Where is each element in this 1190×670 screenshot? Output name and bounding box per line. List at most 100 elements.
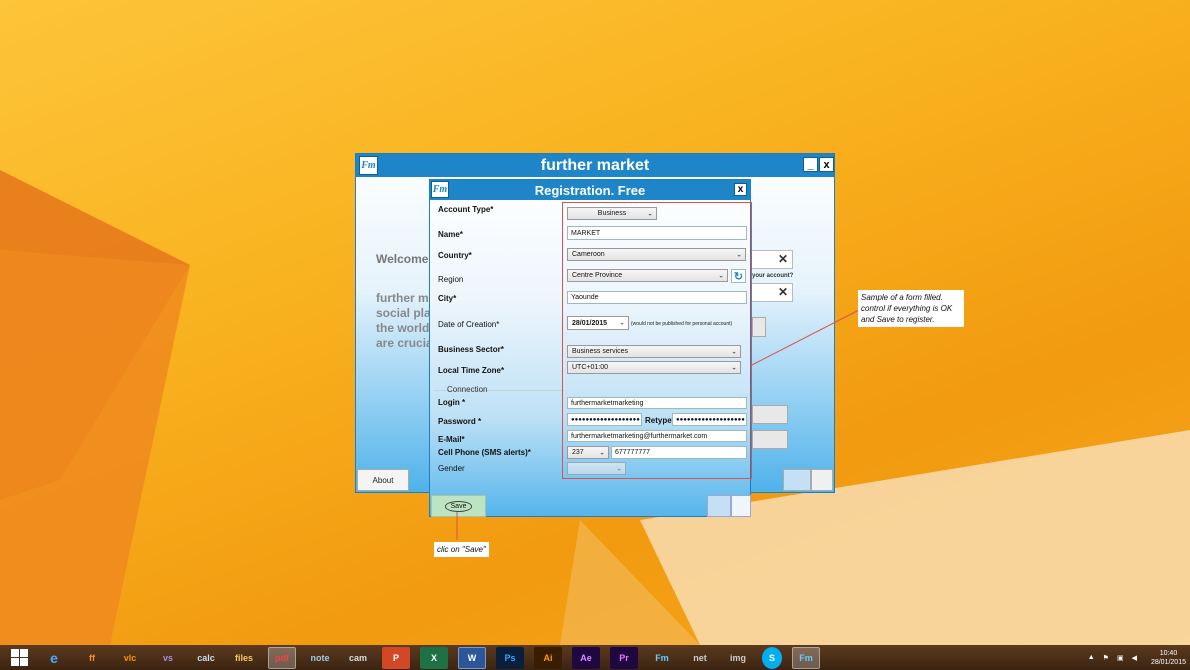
time-zone-value: UTC+01:00 bbox=[572, 364, 608, 371]
network-icon[interactable]: ▣ bbox=[1117, 654, 1124, 662]
calculator-icon[interactable]: calc bbox=[192, 647, 220, 669]
file-explorer-icon[interactable]: files bbox=[230, 647, 258, 669]
notepad-icon[interactable]: note bbox=[306, 647, 334, 669]
account-type-select[interactable]: Business ⌄ bbox=[567, 207, 657, 220]
clear-icon[interactable]: ✕ bbox=[778, 252, 788, 266]
retype-password-input[interactable]: ●●●●●●●●●●●●●●●●●●● bbox=[672, 413, 747, 426]
region-value: Centre Province bbox=[572, 272, 623, 279]
save-button[interactable]: Save bbox=[431, 495, 486, 517]
connection-group-label: Connection bbox=[447, 385, 488, 394]
internet-explorer-icon[interactable]: e bbox=[40, 647, 68, 669]
date-of-creation-picker[interactable]: 28/01/2015 ⌄ bbox=[567, 316, 629, 330]
background-button[interactable] bbox=[783, 469, 811, 491]
background-button[interactable] bbox=[752, 405, 788, 424]
email-input[interactable]: furthermarketmarketing@furthermarket.com bbox=[567, 430, 747, 442]
name-label: Name* bbox=[438, 230, 463, 239]
country-value: Cameroon bbox=[572, 251, 605, 258]
password-label: Password * bbox=[438, 417, 482, 426]
retype-label: Retype* bbox=[645, 416, 675, 425]
firefox-icon[interactable]: ff bbox=[78, 647, 106, 669]
chevron-down-icon: ⌄ bbox=[616, 465, 622, 473]
clear-icon[interactable]: ✕ bbox=[778, 285, 788, 299]
cell-phone-label: Cell Phone (SMS alerts)* bbox=[438, 448, 531, 457]
flag-icon[interactable]: ⚑ bbox=[1103, 654, 1109, 662]
login-input[interactable]: furthermarketmarketing bbox=[567, 397, 747, 409]
close-button[interactable]: x bbox=[819, 157, 834, 172]
main-title-bar[interactable]: Fm further market _ x bbox=[356, 154, 834, 177]
phone-country-code-select[interactable]: 237 ⌄ bbox=[567, 446, 609, 459]
skype-icon[interactable]: S bbox=[762, 646, 782, 669]
vlc-icon[interactable]: vlc bbox=[116, 647, 144, 669]
gender-label: Gender bbox=[438, 464, 465, 473]
background-button[interactable] bbox=[811, 469, 833, 491]
premiere-icon[interactable]: Pr bbox=[610, 646, 638, 669]
date-privacy-note: (would not be published for personal acc… bbox=[631, 321, 733, 327]
illustrator-icon[interactable]: Ai bbox=[534, 646, 562, 669]
about-button[interactable]: About bbox=[357, 469, 409, 491]
volume-icon[interactable]: ◀ bbox=[1132, 654, 1137, 662]
background-button[interactable] bbox=[752, 317, 766, 337]
network-tool-icon[interactable]: net bbox=[686, 647, 714, 669]
date-of-creation-value: 28/01/2015 bbox=[572, 319, 608, 327]
save-button-label: Save bbox=[444, 500, 473, 512]
main-window-title: further market bbox=[540, 156, 650, 174]
gender-select[interactable]: ⌄ bbox=[567, 462, 626, 475]
image-viewer-icon[interactable]: img bbox=[724, 647, 752, 669]
wallpaper-shape-left-lower bbox=[0, 250, 190, 645]
intro-line: social place bbox=[376, 306, 432, 320]
intro-line: are crucial bbox=[376, 336, 432, 350]
chevron-down-icon: ⌄ bbox=[619, 319, 625, 327]
visual-studio-icon[interactable]: vs bbox=[154, 647, 182, 669]
password-input[interactable]: ●●●●●●●●●●●●●●●●●●● bbox=[567, 413, 642, 426]
intro-line: further market bbox=[376, 291, 432, 305]
excel-icon[interactable]: X bbox=[420, 646, 448, 669]
further-market-active-icon[interactable]: Fm bbox=[792, 646, 820, 669]
minimize-button[interactable]: _ bbox=[803, 157, 818, 172]
photoshop-icon[interactable]: Ps bbox=[496, 646, 524, 669]
phone-country-code-value: 237 bbox=[572, 449, 584, 456]
account-type-value: Business bbox=[597, 210, 627, 217]
registration-title: Registration. Free bbox=[534, 182, 646, 198]
time-zone-select[interactable]: UTC+01:00 ⌄ bbox=[567, 361, 741, 374]
system-tray: ▲ ⚑ ▣ ◀ 10:40 28/01/2015 bbox=[1088, 645, 1186, 670]
region-label: Region bbox=[438, 275, 464, 284]
cell-phone-input[interactable]: 677777777 bbox=[611, 446, 747, 459]
country-select[interactable]: Cameroon ⌄ bbox=[567, 248, 746, 261]
registration-dialog: Fm Registration. Free x Account Type* Na… bbox=[429, 179, 752, 517]
chevron-down-icon: ⌄ bbox=[647, 210, 653, 218]
background-button[interactable] bbox=[752, 430, 788, 449]
region-select[interactable]: Centre Province ⌄ bbox=[567, 269, 728, 282]
camera-icon[interactable]: cam bbox=[344, 647, 372, 669]
form-callout: Sample of a form filled. control if ever… bbox=[858, 290, 964, 327]
chevron-down-icon: ⌄ bbox=[718, 272, 724, 280]
chevron-down-icon: ⌄ bbox=[736, 251, 742, 259]
account-type-label: Account Type* bbox=[438, 205, 494, 214]
business-sector-label: Business Sector* bbox=[438, 345, 504, 354]
powerpoint-icon[interactable]: P bbox=[382, 646, 410, 669]
city-input[interactable]: Yaounde bbox=[567, 291, 747, 304]
login-label: Login * bbox=[438, 398, 466, 407]
dialog-button[interactable] bbox=[731, 495, 751, 517]
after-effects-icon[interactable]: Ae bbox=[572, 646, 600, 669]
further-market-logo-icon: Fm bbox=[359, 156, 378, 175]
chevron-down-icon: ⌄ bbox=[731, 348, 737, 356]
clock-date: 28/01/2015 bbox=[1150, 658, 1186, 666]
registration-title-bar[interactable]: Fm Registration. Free x bbox=[430, 180, 750, 200]
windows-start-icon[interactable] bbox=[8, 647, 30, 669]
clock-time: 10:40 bbox=[1159, 649, 1178, 657]
name-input[interactable]: MARKET bbox=[567, 226, 747, 240]
further-market-icon[interactable]: Fm bbox=[648, 647, 676, 669]
further-market-logo-icon: Fm bbox=[431, 181, 449, 198]
dialog-button[interactable] bbox=[707, 495, 731, 517]
account-hint-text: your account? bbox=[752, 273, 794, 279]
registration-close-button[interactable]: x bbox=[734, 183, 747, 196]
intro-text: further market social place the world, a… bbox=[376, 291, 432, 351]
chevron-up-icon[interactable]: ▲ bbox=[1088, 654, 1095, 661]
business-sector-select[interactable]: Business services ⌄ bbox=[567, 345, 741, 358]
business-sector-value: Business services bbox=[572, 348, 629, 355]
save-callout: clic on "Save" bbox=[434, 542, 489, 557]
refresh-icon[interactable]: ↻ bbox=[731, 269, 746, 283]
pdf-reader-icon[interactable]: pdf bbox=[268, 646, 296, 669]
system-clock[interactable]: 10:40 28/01/2015 bbox=[1151, 649, 1186, 667]
word-icon[interactable]: W bbox=[458, 646, 486, 669]
